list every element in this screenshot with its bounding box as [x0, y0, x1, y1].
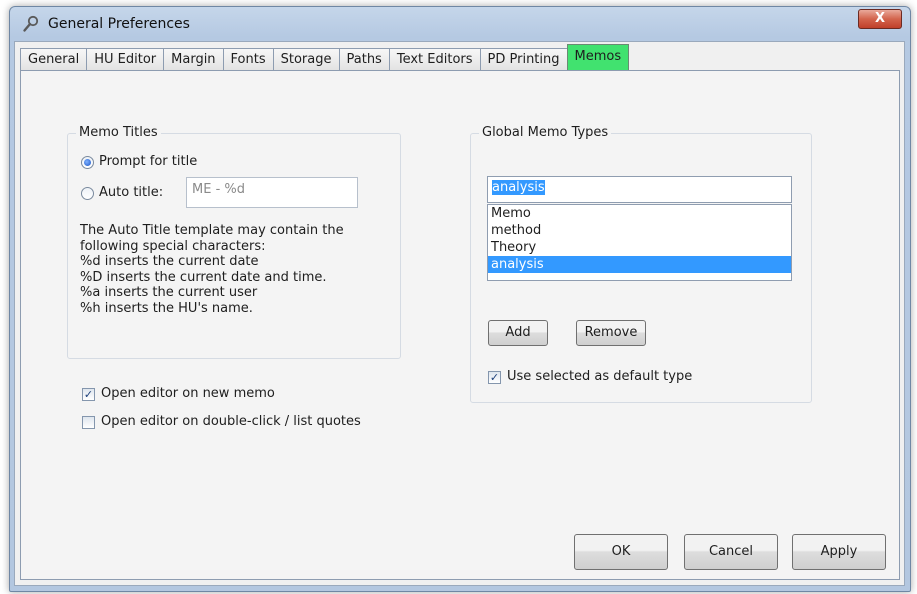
tab-pd-printing[interactable]: PD Printing [479, 48, 567, 70]
help-line: %d inserts the current date [80, 254, 259, 269]
use-default-type-label[interactable]: Use selected as default type [507, 369, 692, 384]
auto-title-label[interactable]: Auto title: [99, 185, 163, 200]
tab-paths[interactable]: Paths [338, 48, 389, 70]
remove-type-button[interactable]: Remove [576, 320, 646, 346]
list-item[interactable]: Memo [488, 205, 791, 222]
dialog-client: General HU Editor Margin Fonts Storage P… [14, 41, 905, 586]
list-item-selected[interactable]: analysis [488, 256, 791, 273]
cancel-button[interactable]: Cancel [684, 534, 778, 570]
global-memo-types-group: Global Memo Types analysis Memo method T… [470, 125, 812, 403]
close-button[interactable]: X [858, 9, 902, 29]
auto-title-help: The Auto Title template may contain the … [80, 223, 344, 316]
memo-titles-group: Memo Titles Prompt for title Auto title:… [67, 125, 401, 359]
memos-panel: Memo Titles Prompt for title Auto title:… [20, 70, 900, 580]
help-line: %a inserts the current user [80, 285, 258, 300]
global-memo-types-label: Global Memo Types [479, 125, 612, 140]
wrench-magnifier-icon [23, 15, 39, 32]
open-editor-new-memo-checkbox[interactable]: ✓ [82, 388, 95, 401]
memo-type-input[interactable]: analysis [487, 176, 792, 203]
add-type-button[interactable]: Add [488, 320, 548, 346]
help-line: The Auto Title template may contain the [80, 223, 344, 238]
title-bar[interactable]: General Preferences X [10, 7, 910, 41]
tab-hu-editor[interactable]: HU Editor [86, 48, 164, 70]
tab-fonts[interactable]: Fonts [222, 48, 273, 70]
preferences-window: General Preferences X General HU Editor … [9, 6, 911, 592]
help-line: following special characters: [80, 238, 266, 254]
apply-button[interactable]: Apply [792, 534, 886, 570]
prompt-title-label[interactable]: Prompt for title [99, 154, 197, 169]
memo-type-input-text: analysis [492, 180, 545, 195]
list-item[interactable]: method [488, 222, 791, 239]
help-line: %D inserts the current date and time. [80, 269, 327, 285]
tab-general[interactable]: General [20, 48, 87, 70]
tab-strip: General HU Editor Margin Fonts Storage P… [20, 44, 630, 70]
close-icon: X [874, 11, 886, 26]
list-item[interactable]: Theory [488, 239, 791, 256]
window-title: General Preferences [48, 16, 190, 32]
tab-storage[interactable]: Storage [272, 48, 339, 70]
tab-text-editors[interactable]: Text Editors [388, 48, 480, 70]
use-default-type-checkbox[interactable]: ✓ [488, 371, 501, 384]
ok-button[interactable]: OK [574, 534, 668, 570]
auto-title-radio[interactable] [81, 187, 94, 200]
memo-types-list[interactable]: Memo method Theory analysis [487, 204, 792, 281]
prompt-title-radio[interactable] [81, 156, 94, 169]
tab-margin[interactable]: Margin [163, 48, 223, 70]
auto-title-template-field[interactable]: ME - %d [186, 177, 358, 208]
open-editor-double-click-checkbox[interactable] [82, 416, 95, 429]
help-line: %h inserts the HU's name. [80, 300, 253, 316]
open-editor-new-memo-label[interactable]: Open editor on new memo [101, 386, 275, 401]
open-editor-double-click-label[interactable]: Open editor on double-click / list quote… [101, 414, 361, 429]
tab-memos[interactable]: Memos [566, 44, 630, 70]
memo-titles-label: Memo Titles [76, 125, 161, 140]
